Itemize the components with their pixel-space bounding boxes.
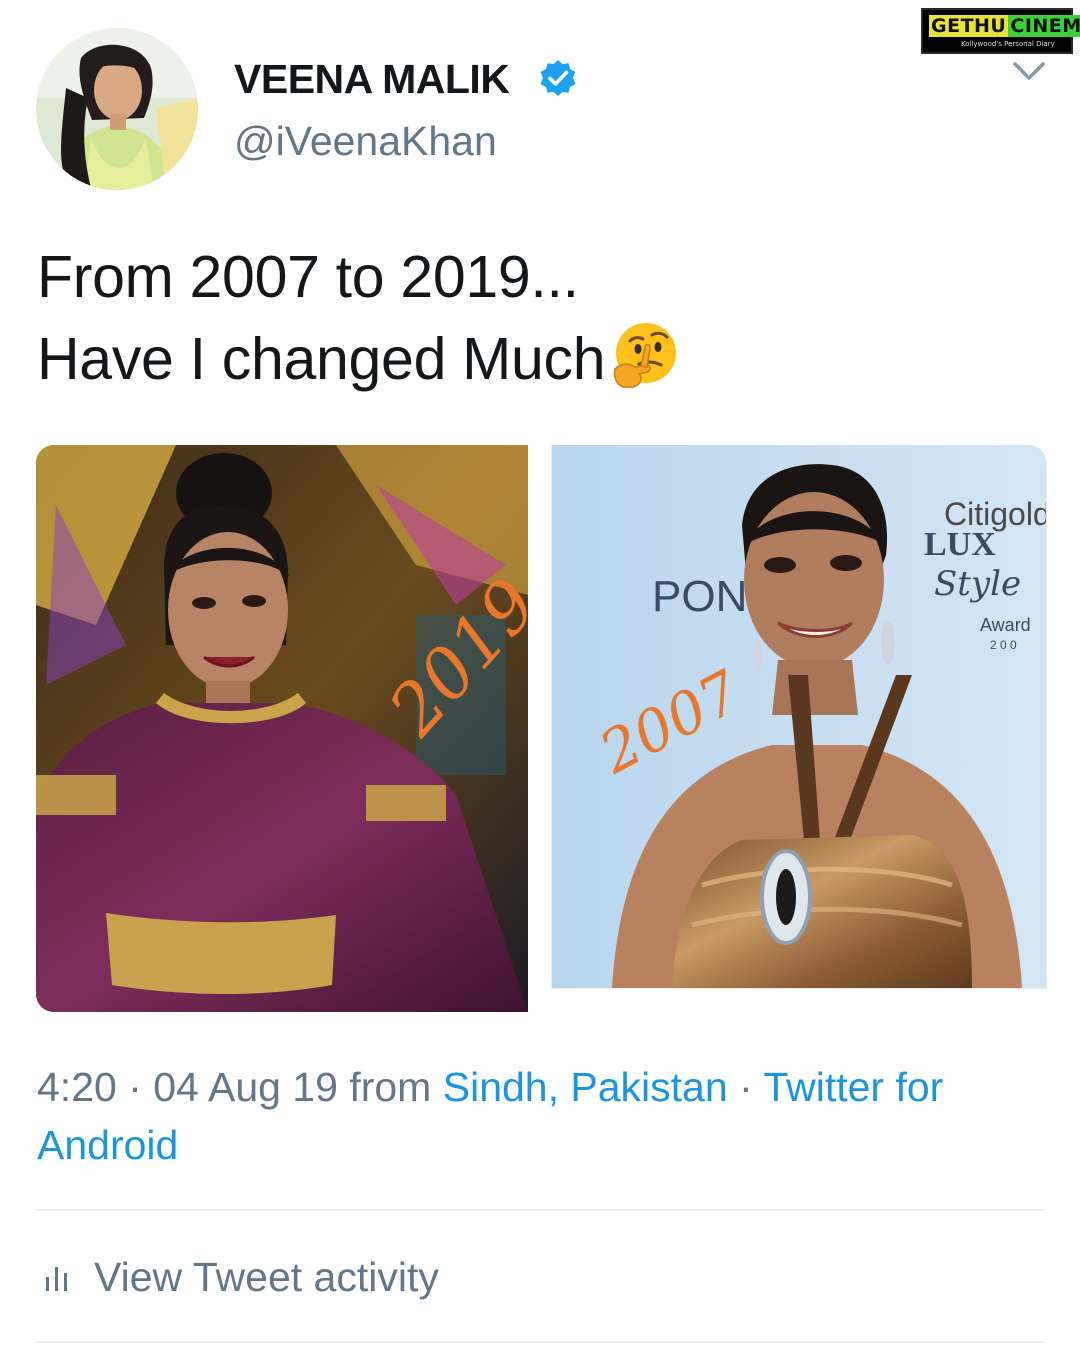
view-tweet-activity-button[interactable]: View Tweet activity (44, 1254, 439, 1301)
watermark-brand-part-a: GETHU (929, 15, 1009, 37)
divider-bottom (36, 1341, 1044, 1343)
meta-separator: · (116, 1064, 154, 1110)
tweet-photo-2007[interactable]: PON Citigold LUX Style Award 2 0 0 2007 (551, 445, 1047, 989)
tweet-line-2: Have I changed Much (37, 318, 681, 400)
verified-badge-icon (540, 60, 576, 96)
tweet-time[interactable]: 4:20 (37, 1064, 117, 1110)
tweet-location-link[interactable]: Sindh, Pakistan (443, 1064, 728, 1110)
watermark-logo: GETHUCINEMA Kollywood's Personal Diary (921, 8, 1080, 54)
author-name[interactable]: VEENA MALIK (234, 56, 510, 103)
tweet-photo-2019[interactable]: 2019 (36, 445, 528, 1012)
tweet-line-1: From 2007 to 2019... (37, 244, 579, 310)
avatar[interactable] (36, 28, 198, 190)
backdrop-text-pon: PON (652, 572, 747, 621)
tweet-meta: 4:20 · 04 Aug 19 from Sindh, Pakistan · … (37, 1058, 1047, 1174)
backdrop-text-lux: LUX (924, 526, 996, 563)
watermark-brand-part-b: CINEMA (1008, 15, 1080, 37)
backdrop-text-year: 2 0 0 (990, 638, 1017, 652)
bar-chart-icon (46, 1266, 67, 1291)
chevron-down-icon[interactable] (1012, 60, 1046, 84)
backdrop-text-award: Award (980, 615, 1031, 635)
divider-top (36, 1209, 1044, 1211)
view-tweet-activity-label: View Tweet activity (94, 1254, 439, 1300)
meta-separator-2: · (727, 1064, 764, 1110)
meta-from: from (337, 1064, 443, 1110)
watermark-brand: GETHUCINEMA (929, 15, 1080, 37)
tweet-line-2-text: Have I changed Much (37, 326, 606, 392)
author-handle[interactable]: @iVeenaKhan (234, 118, 497, 165)
tweet-date[interactable]: 04 Aug 19 (153, 1064, 338, 1110)
watermark-tagline: Kollywood's Personal Diary (961, 40, 1055, 48)
thinking-face-emoji (614, 323, 677, 388)
backdrop-text-style: Style (934, 564, 1021, 604)
tweet-text: From 2007 to 2019... Have I changed Much (37, 236, 681, 400)
